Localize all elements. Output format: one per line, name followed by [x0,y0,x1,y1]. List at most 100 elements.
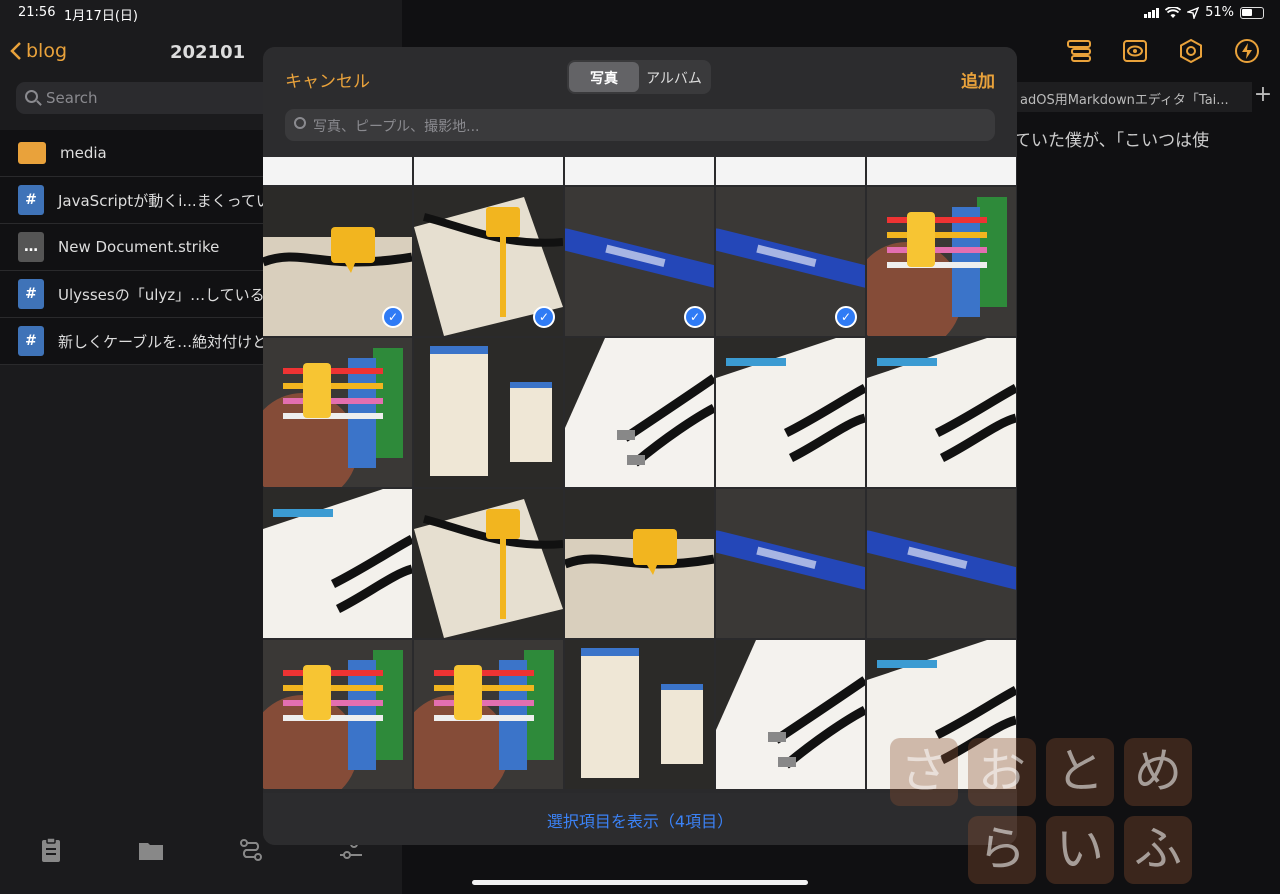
editor-body-text[interactable]: ていた僕が、「こいつは使 [1014,126,1209,151]
route-icon[interactable] [237,836,265,864]
photo-thumbnail[interactable] [867,157,1016,185]
photo-image [414,157,563,185]
location-icon [1187,6,1200,19]
photo-image [716,157,865,185]
action-icon[interactable] [1234,38,1260,64]
settings-icon[interactable] [1178,38,1204,64]
status-time: 21:56 [18,5,56,20]
photo-thumbnail[interactable] [716,489,865,638]
watermark-char: と [1046,738,1114,806]
status-right: 51% [1144,5,1264,20]
list-item-label: 新しくケーブルを…絶対付けとけ [58,332,283,351]
watermark-char: さ [890,738,958,806]
photo-thumbnail[interactable] [263,489,412,638]
outline-icon[interactable] [1066,38,1092,64]
battery-percent: 51% [1205,5,1234,20]
photo-image [867,187,1016,336]
list-item-label: New Document.strike [58,238,220,256]
photo-search-placeholder: 写真、ピープル、撮影地... [313,119,480,135]
photo-image [716,338,865,487]
status-bar: 21:56 1月17日(日) 51% [0,0,1280,28]
list-item-label: Ulyssesの「ulyz」…しているの [58,285,280,304]
tab-photos[interactable]: 写真 [569,62,639,92]
watermark-char: ら [968,816,1036,884]
selected-checkmark-icon: ✓ [382,306,404,328]
photo-thumbnail[interactable] [414,338,563,487]
cancel-button[interactable]: キャンセル [285,67,370,92]
chevron-left-icon [10,42,21,60]
photo-picker-sheet: キャンセル 写真 アルバム 追加 写真、ピープル、撮影地... ✓ ✓ ✓ ✓ 選択項… [263,47,1017,845]
battery-icon [1240,6,1264,19]
editor-tab[interactable]: adOS用Markdownエディタ「Tai... [1012,82,1252,112]
editor-toolbar [1066,38,1260,64]
photo-image [565,640,714,789]
markdown-file-icon: # [18,326,44,356]
folder-icon[interactable] [137,836,165,864]
photo-thumbnail[interactable] [414,489,563,638]
photo-image [867,489,1016,638]
preview-icon[interactable] [1122,38,1148,64]
photo-image [716,489,865,638]
watermark-char: め [1124,738,1192,806]
photo-thumbnail[interactable] [716,338,865,487]
list-item-label: JavaScriptが動くi...まくっている [58,191,286,210]
back-label: blog [26,40,68,62]
photo-thumbnail[interactable] [414,640,563,789]
photo-thumbnail[interactable] [867,187,1016,336]
photo-image [263,489,412,638]
source-segmented-control: 写真 アルバム [567,60,711,94]
photo-image [263,640,412,789]
photo-image [263,157,412,185]
selected-checkmark-icon: ✓ [684,306,706,328]
watermark-logo: さおとめらいふ [890,738,1280,894]
photo-grid: ✓ ✓ ✓ ✓ [263,157,1017,793]
wifi-icon [1165,6,1182,18]
photo-thumbnail[interactable] [565,157,714,185]
photo-thumbnail[interactable]: ✓ [263,187,412,336]
search-icon [25,90,38,103]
watermark-char: い [1046,816,1114,884]
tab-albums[interactable]: アルバム [639,62,709,92]
photo-image [565,338,714,487]
home-indicator [472,880,808,885]
photo-thumbnail[interactable] [867,338,1016,487]
photo-image [414,489,563,638]
photo-thumbnail[interactable] [867,489,1016,638]
photo-picker-header: キャンセル 写真 アルバム 追加 写真、ピープル、撮影地... [263,47,1017,157]
photo-image [263,338,412,487]
status-date: 1月17日(日) [64,9,138,24]
photo-image [716,640,865,789]
sidebar-title: 202101 [170,42,246,63]
photo-thumbnail[interactable] [263,640,412,789]
clipboard-icon[interactable] [37,836,65,864]
photo-thumbnail[interactable] [263,157,412,185]
photo-image [565,157,714,185]
photo-image [565,489,714,638]
photo-search-input[interactable]: 写真、ピープル、撮影地... [285,109,995,141]
photo-thumbnail[interactable]: ✓ [716,187,865,336]
photo-thumbnail[interactable]: ✓ [414,187,563,336]
photo-thumbnail[interactable]: ✓ [565,187,714,336]
folder-icon [18,142,46,164]
photo-image [867,338,1016,487]
selected-checkmark-icon: ✓ [533,306,555,328]
photo-thumbnail[interactable] [263,338,412,487]
photo-thumbnail[interactable] [565,489,714,638]
photo-image [414,338,563,487]
markdown-file-icon: # [18,279,44,309]
photo-thumbnail[interactable] [565,640,714,789]
photo-thumbnail[interactable] [414,157,563,185]
add-button[interactable]: 追加 [961,67,995,92]
photo-thumbnail[interactable] [565,338,714,487]
new-tab-button[interactable]: + [1246,82,1280,112]
back-button[interactable]: blog [10,40,67,62]
cellular-signal-icon [1144,7,1160,18]
photo-thumbnail[interactable] [716,157,865,185]
search-icon [294,117,306,129]
markdown-file-icon: # [18,185,44,215]
photo-image [867,157,1016,185]
photo-image [414,640,563,789]
photo-thumbnail[interactable] [716,640,865,789]
document-icon: … [18,232,44,262]
watermark-char: ふ [1124,816,1192,884]
